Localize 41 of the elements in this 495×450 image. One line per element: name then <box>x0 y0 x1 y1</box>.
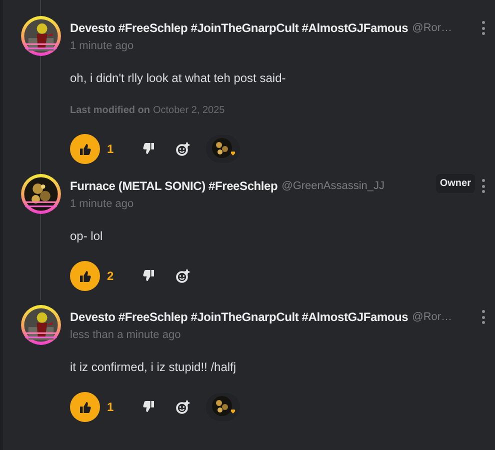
thumbs-down-icon <box>142 270 154 281</box>
author-name[interactable]: Devesto #FreeSchlep #JoinTheGnarpCult #AlmostGJFamous <box>70 19 408 37</box>
modified-date: October 2, 2025 <box>153 104 225 118</box>
owner-badge: Owner <box>436 174 475 192</box>
add-reaction-button[interactable] <box>176 269 190 283</box>
add-reaction-button[interactable] <box>176 142 190 156</box>
timestamp: 1 minute ago <box>70 197 135 211</box>
reaction-chip[interactable] <box>206 135 240 163</box>
modified-label: Last modified on <box>70 104 150 118</box>
smiley-plus-icon <box>176 142 190 156</box>
author-name[interactable]: Furnace (METAL SONIC) #FreeSchlep <box>70 177 278 195</box>
thumbs-up-icon <box>80 402 90 412</box>
more-options-button[interactable] <box>481 310 485 324</box>
more-options-button[interactable] <box>481 179 485 193</box>
author-handle: @GreenAssassin_JJ <box>282 178 385 194</box>
author-name[interactable]: Devesto #FreeSchlep #JoinTheGnarpCult #AlmostGJFamous <box>70 308 408 326</box>
comment-text: it iz confirmed, i iz stupid!! /halfj <box>70 359 238 376</box>
comment-text: op- lol <box>70 228 104 245</box>
author-handle: @Ror… <box>412 310 452 325</box>
dislike-button[interactable] <box>142 143 155 155</box>
dislike-button[interactable] <box>142 270 155 282</box>
reaction-chip[interactable] <box>206 393 240 421</box>
comment-text: oh, i didn't rlly look at what teh post said- <box>70 70 287 87</box>
smiley-plus-icon <box>176 400 190 414</box>
thumbs-down-icon <box>142 143 154 154</box>
like-count: 1 <box>107 399 114 416</box>
author-handle: @Ror… <box>412 20 452 36</box>
like-count: 1 <box>107 141 114 158</box>
like-button[interactable] <box>70 134 100 164</box>
thumbs-down-icon <box>142 401 154 412</box>
timestamp: 1 minute ago <box>70 39 135 53</box>
smiley-plus-icon <box>176 269 190 283</box>
thumbs-up-icon <box>80 144 90 154</box>
thumbs-up-icon <box>80 270 90 282</box>
more-options-button[interactable] <box>481 21 485 35</box>
like-button[interactable] <box>70 261 100 291</box>
like-button[interactable] <box>70 392 100 422</box>
add-reaction-button[interactable] <box>176 400 190 414</box>
like-count: 2 <box>107 268 114 285</box>
dislike-button[interactable] <box>142 401 155 413</box>
timestamp: less than a minute ago <box>70 328 182 342</box>
